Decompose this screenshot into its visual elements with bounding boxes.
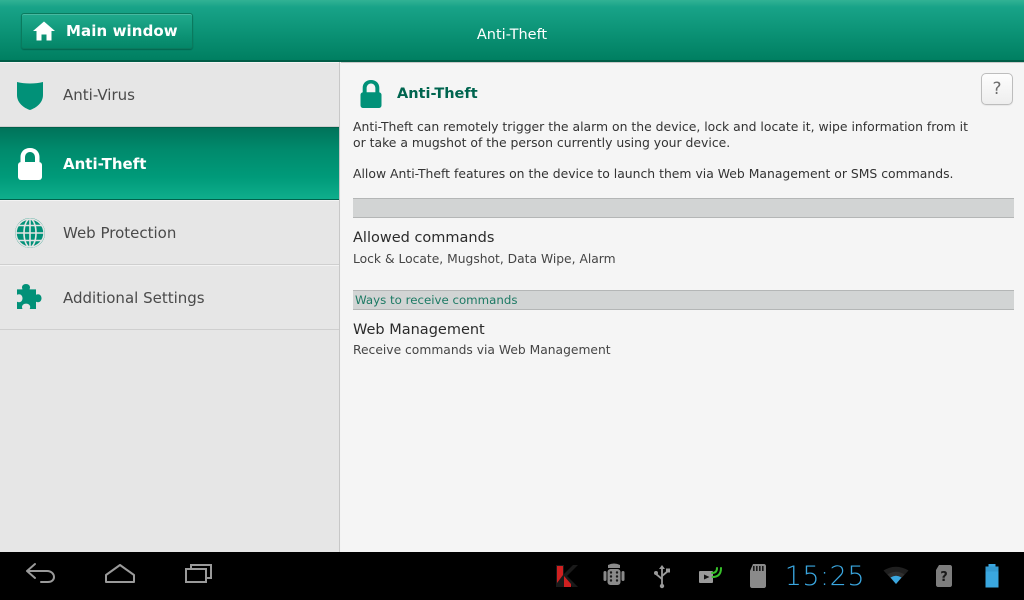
content-panel: ? Anti-Theft Anti-Theft can remotely tri…: [341, 62, 1024, 552]
allowed-commands-row[interactable]: Allowed commands Lock & Locate, Mugshot,…: [341, 218, 1024, 276]
sidebar-item-label: Web Protection: [63, 223, 177, 242]
section-band-ways-to-receive: Ways to receive commands: [353, 289, 1014, 310]
status-clock: 15:25: [784, 560, 865, 592]
status-icons-tray: 15:25 ?: [542, 552, 1016, 600]
content-header: Anti-Theft: [341, 63, 1024, 111]
svg-text:?: ?: [940, 570, 948, 585]
wifi-icon: [872, 552, 920, 600]
web-management-title: Web Management: [353, 321, 485, 338]
usb-icon: [638, 552, 686, 600]
section-band-empty: [353, 198, 1014, 219]
main-window-label: Main window: [66, 22, 178, 40]
sd-card-icon: [734, 552, 782, 600]
puzzle-icon: [11, 279, 49, 317]
home-icon: [32, 20, 56, 42]
battery-icon: [968, 552, 1016, 600]
main-window-button[interactable]: Main window: [21, 13, 193, 49]
globe-icon: [11, 214, 49, 252]
recents-button[interactable]: [160, 552, 240, 600]
content-description-2: Allow Anti-Theft features on the device …: [353, 165, 954, 181]
back-button[interactable]: [0, 552, 80, 600]
sidebar-item-additional-settings[interactable]: Additional Settings: [0, 265, 339, 330]
help-button[interactable]: ?: [981, 73, 1013, 105]
app-root: Anti-Theft Main window Anti-Virus Anti-T…: [0, 0, 1024, 600]
sidebar-item-label: Anti-Theft: [63, 154, 147, 173]
sidebar-item-label: Anti-Virus: [63, 85, 135, 104]
allowed-commands-subtitle: Lock & Locate, Mugshot, Data Wipe, Alarm: [353, 251, 616, 266]
sidebar-item-label: Additional Settings: [63, 288, 205, 307]
sidebar-item-web-protection[interactable]: Web Protection: [0, 200, 339, 265]
web-management-row[interactable]: Web Management Receive commands via Web …: [341, 310, 1024, 368]
back-arrow-icon: [23, 562, 57, 590]
web-management-subtitle: Receive commands via Web Management: [353, 343, 611, 358]
top-app-bar: Anti-Theft Main window: [0, 0, 1024, 62]
allowed-commands-title: Allowed commands: [353, 230, 495, 247]
android-debug-icon: [590, 552, 638, 600]
sidebar-item-anti-virus[interactable]: Anti-Virus: [0, 62, 339, 127]
shield-icon: [11, 76, 49, 114]
home-outline-icon: [103, 563, 137, 589]
home-button[interactable]: [80, 552, 160, 600]
lock-icon: [355, 77, 387, 111]
recent-apps-icon: [183, 562, 217, 590]
kaspersky-logo-icon: [542, 552, 590, 600]
content-title: Anti-Theft: [397, 86, 478, 102]
sidebar: Anti-Virus Anti-Theft Web Protection Add…: [0, 62, 340, 600]
content-description: Anti-Theft can remotely trigger the alar…: [353, 119, 968, 151]
question-mark-icon: ?: [992, 79, 1002, 99]
sidebar-item-anti-theft[interactable]: Anti-Theft: [0, 127, 339, 200]
cast-icon: [686, 552, 734, 600]
lock-icon: [11, 145, 49, 183]
sim-unknown-icon: ?: [920, 552, 968, 600]
